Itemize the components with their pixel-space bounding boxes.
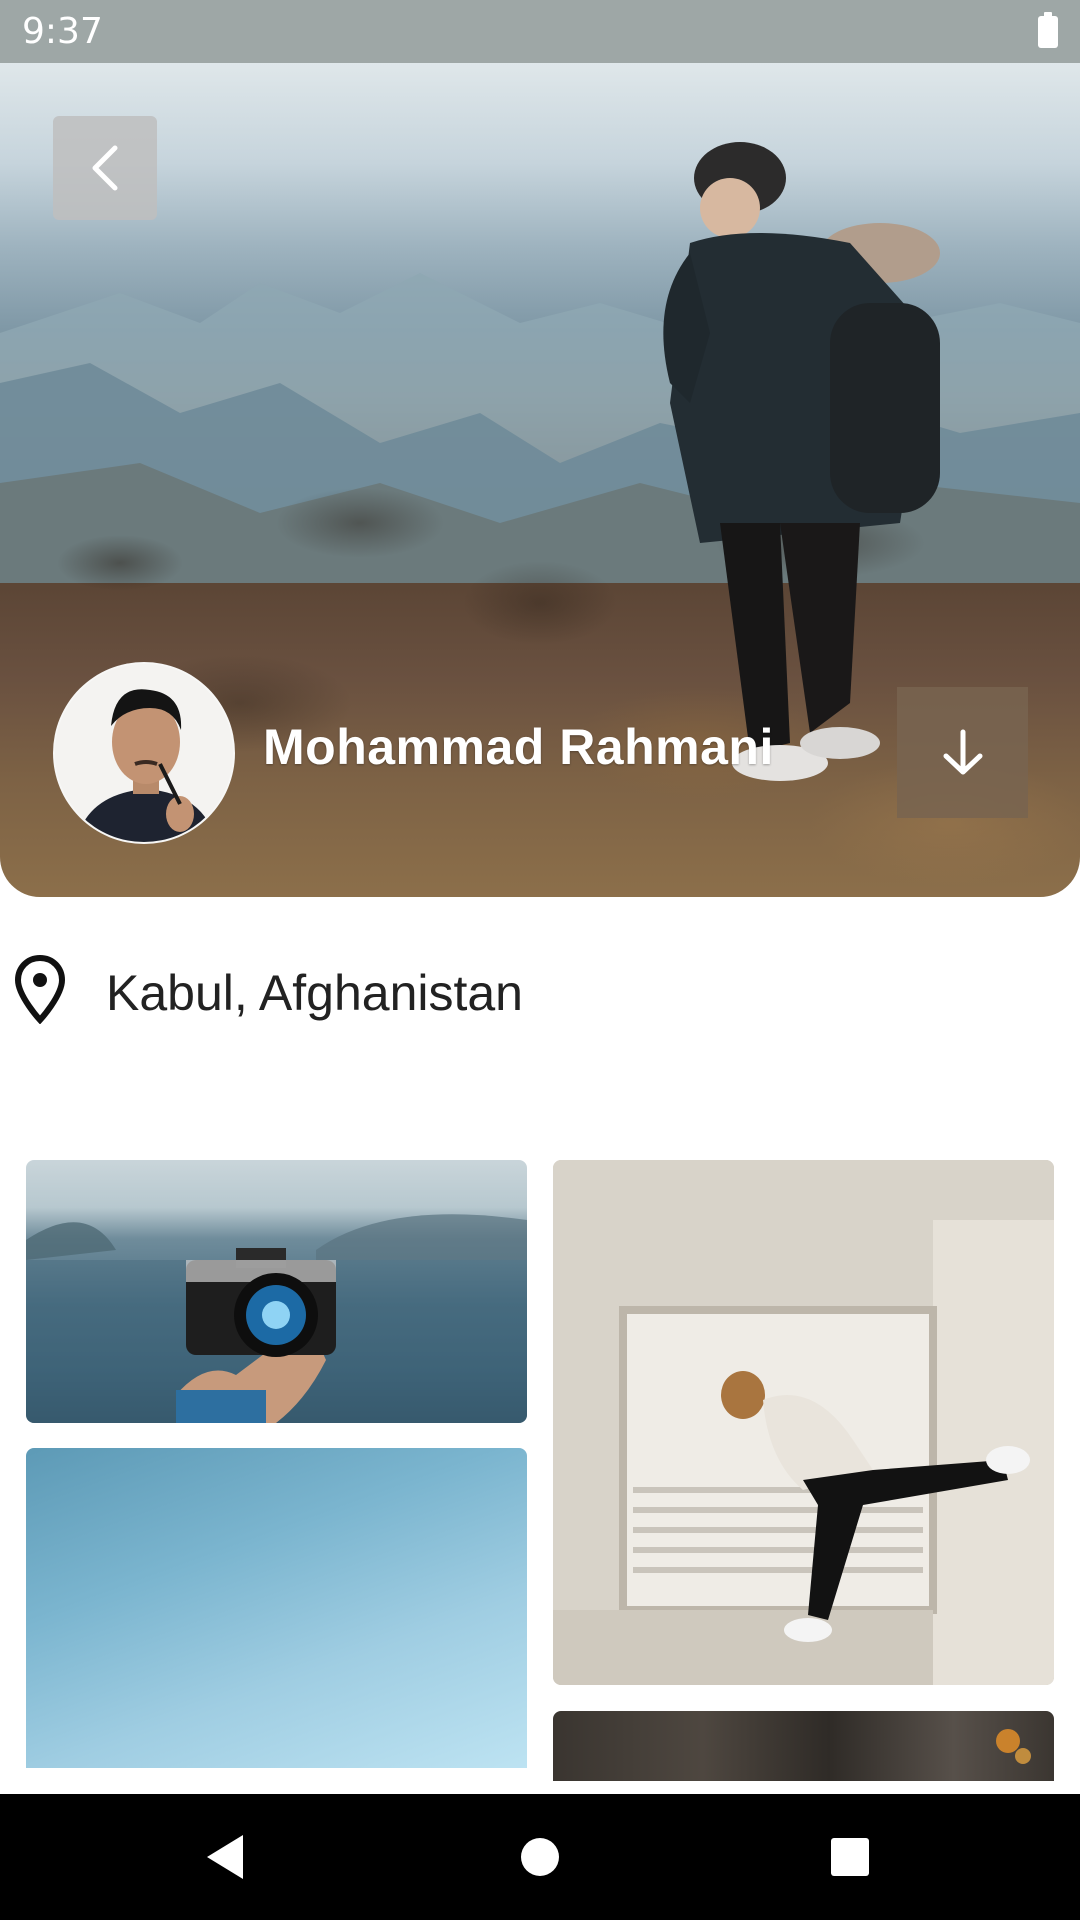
rock-photo-art	[996, 1729, 1031, 1764]
location-pin-icon	[14, 954, 66, 1024]
location-row: Kabul, Afghanistan	[0, 950, 1080, 1030]
photo-rock[interactable]	[553, 1711, 1054, 1781]
download-button[interactable]	[897, 687, 1028, 818]
camera-photo-art	[26, 1214, 527, 1423]
status-bar: 9:37	[0, 0, 1080, 63]
avatar[interactable]	[53, 662, 235, 844]
system-navigation-bar	[0, 1794, 1080, 1920]
square-recents-icon	[831, 1838, 869, 1876]
back-button[interactable]	[53, 116, 157, 220]
circle-home-icon	[521, 1838, 559, 1876]
photo-camera[interactable]	[26, 1160, 527, 1423]
profile-name: Mohammad Rahmani	[263, 719, 774, 775]
nav-recents-button[interactable]	[815, 1794, 885, 1920]
chevron-left-icon	[92, 145, 118, 191]
photo-sky[interactable]	[26, 1448, 527, 1768]
triangle-back-icon	[207, 1835, 243, 1879]
avatar-portrait	[55, 664, 233, 842]
arrow-down-icon	[943, 729, 982, 774]
nav-home-button[interactable]	[505, 1794, 575, 1920]
nav-back-button[interactable]	[190, 1794, 260, 1920]
wall-photo-art	[553, 1160, 1054, 1685]
photo-jumping-man[interactable]	[553, 1160, 1054, 1685]
location-text: Kabul, Afghanistan	[106, 965, 523, 1021]
status-time: 9:37	[22, 11, 103, 52]
battery-icon	[1038, 11, 1058, 48]
